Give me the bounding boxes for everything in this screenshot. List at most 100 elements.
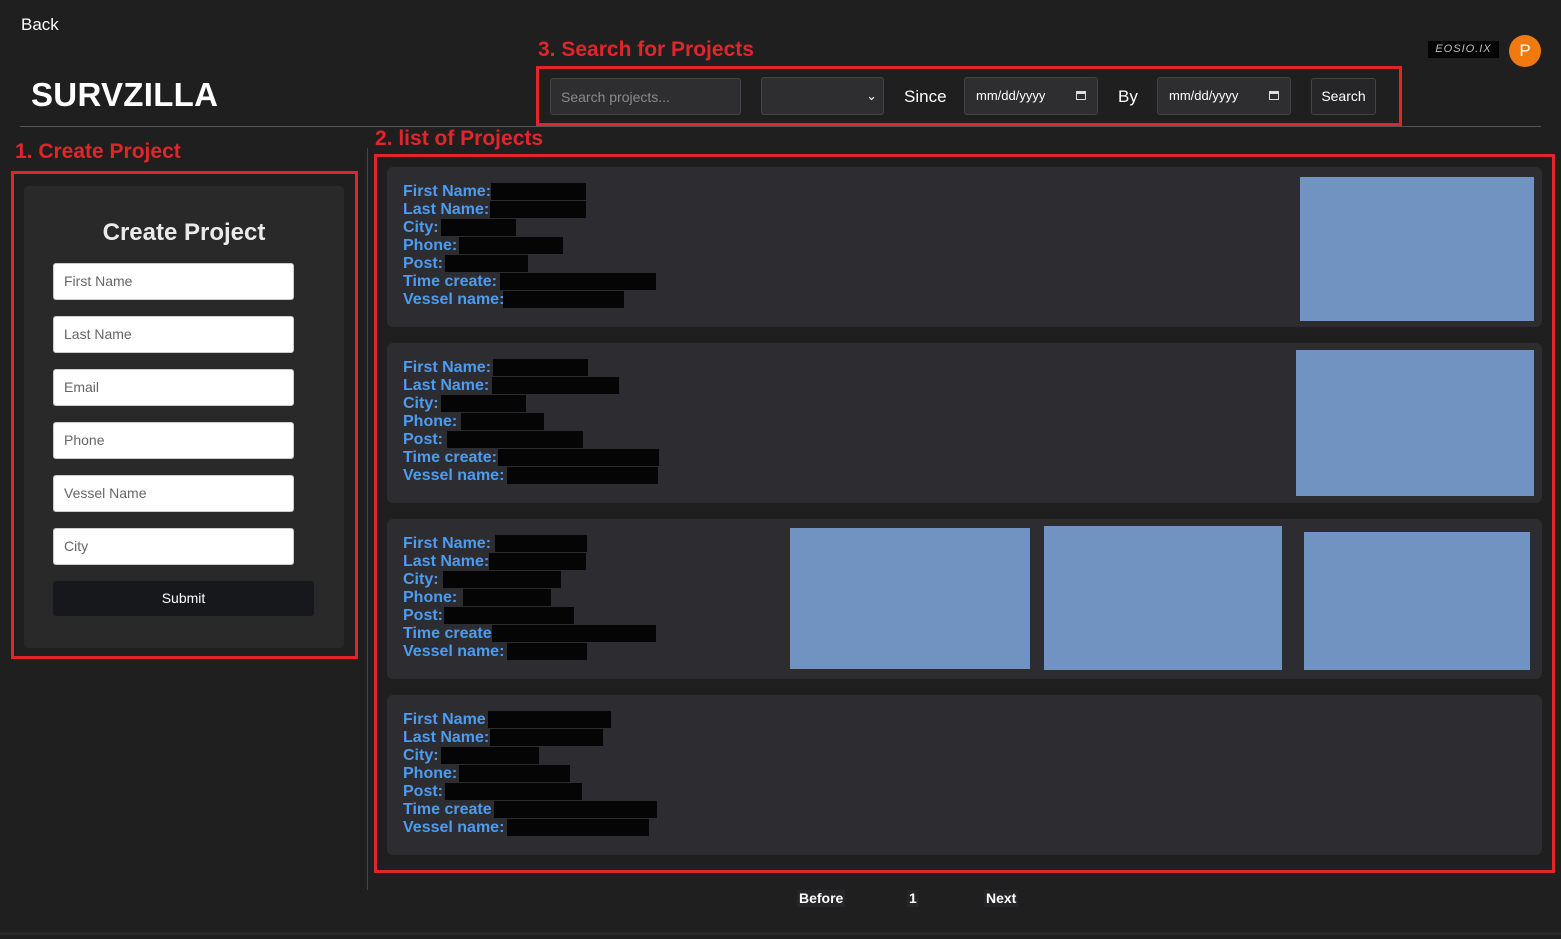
project-card[interactable]: First Name: Last Name: City: Phone: Post… bbox=[387, 167, 1542, 327]
submit-button[interactable]: Submit bbox=[53, 581, 314, 616]
project-image[interactable] bbox=[1304, 532, 1530, 670]
field-label: First Name: bbox=[403, 535, 492, 552]
redacted-value bbox=[495, 535, 587, 552]
redacted-value bbox=[441, 395, 526, 412]
phone-row: Phone: bbox=[403, 765, 570, 783]
field-label: Phone: bbox=[403, 237, 458, 254]
redacted-value bbox=[459, 765, 570, 782]
project-card[interactable]: First Name: Last Name: City: Phone: Post… bbox=[387, 343, 1542, 503]
field-label: Vessel name: bbox=[403, 643, 505, 660]
field-label: Post: bbox=[403, 431, 443, 448]
field-label: Last Name: bbox=[403, 729, 490, 746]
redacted-value bbox=[441, 219, 516, 236]
email-field[interactable]: Email bbox=[53, 369, 294, 406]
last-name-field[interactable]: Last Name bbox=[53, 316, 294, 353]
field-label: First Name bbox=[403, 711, 486, 728]
since-label: Since bbox=[904, 87, 947, 106]
field-label: Vessel name: bbox=[403, 467, 505, 484]
search-input[interactable] bbox=[550, 78, 741, 115]
redacted-value bbox=[441, 747, 539, 764]
post-row: Post: bbox=[403, 607, 574, 625]
time-create-row: Time create: bbox=[403, 449, 659, 467]
field-label: Phone: bbox=[403, 589, 458, 606]
redacted-value bbox=[461, 413, 544, 430]
last-name-row: Last Name: bbox=[403, 729, 603, 747]
vessel-name-field[interactable]: Vessel Name bbox=[53, 475, 294, 512]
redacted-value bbox=[489, 553, 586, 570]
first-name-row: First Name: bbox=[403, 359, 588, 377]
pagination-next-button[interactable]: Next bbox=[984, 890, 1019, 907]
search-button[interactable]: Search bbox=[1311, 78, 1376, 115]
redacted-value bbox=[507, 643, 587, 660]
first-name-field[interactable]: First Name bbox=[53, 263, 294, 300]
column-divider bbox=[367, 148, 368, 890]
field-label: City: bbox=[403, 395, 439, 412]
redacted-value bbox=[445, 783, 582, 800]
field-label: City: bbox=[403, 571, 439, 588]
field-label: First Name: bbox=[403, 183, 492, 200]
city-field[interactable]: City bbox=[53, 528, 294, 565]
field-label: Time create bbox=[403, 625, 492, 642]
redacted-value bbox=[492, 377, 619, 394]
field-label: Phone: bbox=[403, 413, 458, 430]
user-avatar[interactable]: P bbox=[1509, 35, 1541, 67]
time-create-row: Time create: bbox=[403, 273, 656, 291]
redacted-value bbox=[490, 729, 603, 746]
field-label: Time create bbox=[403, 801, 492, 818]
project-card[interactable]: First Name: Last Name: City: Phone: Post… bbox=[387, 519, 1542, 679]
time-create-row: Time create bbox=[403, 801, 657, 819]
redacted-value bbox=[500, 273, 656, 290]
project-image[interactable] bbox=[790, 528, 1030, 669]
time-create-row: Time create bbox=[403, 625, 656, 643]
create-project-title: Create Project bbox=[102, 219, 266, 246]
field-label: Time create: bbox=[403, 273, 497, 290]
field-label: Post: bbox=[403, 607, 443, 624]
project-card[interactable]: First Name Last Name: City: Phone: Post:… bbox=[387, 695, 1542, 855]
first-name-row: First Name: bbox=[403, 183, 586, 201]
project-image[interactable] bbox=[1300, 177, 1534, 321]
vessel-name-row: Vessel name: bbox=[403, 643, 587, 661]
city-row: City: bbox=[403, 219, 516, 237]
field-label: City: bbox=[403, 219, 439, 236]
annotation-search-label: 3. Search for Projects bbox=[538, 38, 754, 61]
annotation-list-label: 2. list of Projects bbox=[375, 127, 544, 150]
page: Back SURVZILLA EOSIO.IX P 3. Search for … bbox=[0, 0, 1561, 939]
phone-field[interactable]: Phone bbox=[53, 422, 294, 459]
partner-logo: EOSIO.IX bbox=[1428, 41, 1499, 58]
city-row: City: bbox=[403, 395, 526, 413]
redacted-value bbox=[507, 467, 658, 484]
phone-row: Phone: bbox=[403, 237, 563, 255]
since-date-input[interactable]: mm/dd/yyyy bbox=[964, 77, 1098, 115]
post-row: Post: bbox=[403, 783, 582, 801]
redacted-value bbox=[493, 359, 588, 376]
redacted-value bbox=[488, 711, 611, 728]
city-row: City: bbox=[403, 571, 561, 589]
field-label: Vessel name: bbox=[403, 291, 505, 308]
back-link[interactable]: Back bbox=[21, 15, 59, 35]
calendar-icon[interactable] bbox=[1076, 91, 1086, 100]
project-image[interactable] bbox=[1296, 350, 1534, 496]
since-date-placeholder: mm/dd/yyyy bbox=[976, 88, 1046, 103]
pagination-prev-button[interactable]: Before bbox=[797, 890, 846, 907]
vessel-name-row: Vessel name: bbox=[403, 467, 658, 485]
redacted-value bbox=[444, 607, 574, 624]
redacted-value bbox=[498, 449, 659, 466]
by-date-input[interactable]: mm/dd/yyyy bbox=[1157, 77, 1291, 115]
filter-select[interactable]: ⌄ bbox=[761, 77, 884, 115]
phone-row: Phone: bbox=[403, 413, 544, 431]
redacted-value bbox=[443, 571, 561, 588]
last-name-row: Last Name: bbox=[403, 553, 586, 571]
field-label: Post: bbox=[403, 783, 443, 800]
field-label: Vessel name: bbox=[403, 819, 505, 836]
last-name-row: Last Name: bbox=[403, 201, 586, 219]
project-image[interactable] bbox=[1044, 526, 1282, 670]
redacted-value bbox=[507, 819, 649, 836]
calendar-icon[interactable] bbox=[1269, 91, 1279, 100]
redacted-value bbox=[491, 183, 586, 200]
field-label: Last Name: bbox=[403, 377, 490, 394]
redacted-value bbox=[494, 801, 657, 818]
field-label: Post: bbox=[403, 255, 443, 272]
by-label: By bbox=[1118, 87, 1138, 106]
pagination-page-button[interactable]: 1 bbox=[907, 890, 919, 907]
header-divider bbox=[20, 126, 1541, 127]
